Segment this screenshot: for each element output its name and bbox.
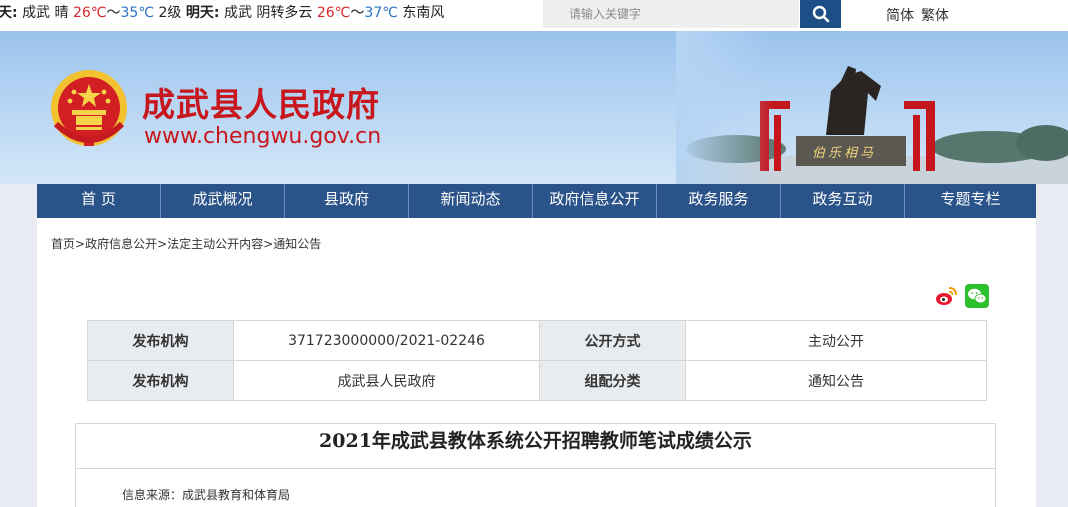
info-value-index-number: 371723000000/2021-02246: [233, 320, 540, 361]
breadcrumb-sep: >: [75, 237, 86, 251]
weather-today-label: 今天:: [0, 5, 18, 21]
nav-item-news[interactable]: 新闻动态: [409, 184, 533, 218]
info-value-category: 通知公告: [685, 360, 987, 401]
breadcrumb-notice[interactable]: 通知公告: [273, 237, 321, 251]
site-title: 成武县人民政府: [142, 85, 380, 124]
weather-today-sep: ～: [106, 5, 121, 21]
breadcrumb-sep: >: [157, 237, 168, 251]
search-button[interactable]: [800, 0, 841, 28]
article-box: 2021年成武县教体系统公开招聘教师笔试成绩公示 信息来源：成武县教育和体育局: [75, 423, 996, 507]
breadcrumb: 首页>政府信息公开>法定主动公开内容>通知公告: [51, 235, 321, 252]
info-label-disclosure-mode: 公开方式: [539, 320, 686, 361]
article-source: 信息来源：成武县教育和体育局: [122, 488, 291, 502]
weather-tomorrow-wind: 东南风: [402, 5, 445, 21]
nav-item-services[interactable]: 政务服务: [657, 184, 781, 218]
weather-tomorrow-high: 26℃: [316, 5, 351, 21]
info-label-publisher: 发布机构: [87, 360, 234, 401]
info-value-publisher: 成武县人民政府: [233, 360, 540, 401]
weibo-icon[interactable]: [934, 284, 958, 308]
weather-tomorrow-city: 成武: [223, 5, 252, 21]
content-panel: 首页>政府信息公开>法定主动公开内容>通知公告 发布机构 37172300000…: [37, 218, 1036, 507]
table-row: 发布机构 371723000000/2021-02246 公开方式 主动公开: [87, 320, 987, 361]
weather-ticker: 今天: 成武 晴 26℃～35℃ 2级 明天: 成武 阴转多云 26℃～37℃ …: [0, 0, 487, 31]
article-title: 2021年成武县教体系统公开招聘教师笔试成绩公示: [76, 424, 995, 469]
weather-today-wind: 2级: [158, 5, 182, 21]
info-table: 发布机构 371723000000/2021-02246 公开方式 主动公开 发…: [87, 320, 987, 401]
national-emblem-icon: [51, 70, 127, 146]
weather-tomorrow-low: 37℃: [364, 5, 398, 21]
weather-tomorrow-label: 明天:: [185, 5, 220, 21]
weather-today-cond: 晴: [54, 5, 69, 21]
search-input[interactable]: [543, 0, 799, 28]
wechat-icon[interactable]: [965, 284, 989, 308]
breadcrumb-sep: >: [263, 237, 274, 251]
breadcrumb-statutory[interactable]: 法定主动公开内容: [167, 237, 263, 251]
weather-tomorrow-cond: 阴转多云: [256, 5, 313, 21]
lang-traditional-link[interactable]: 繁体: [921, 5, 949, 25]
breadcrumb-home[interactable]: 首页: [51, 237, 75, 251]
city-scene-illustration: [676, 31, 1068, 184]
weather-tomorrow-sep: ～: [350, 5, 365, 21]
nav-item-topics[interactable]: 专题专栏: [905, 184, 1036, 218]
site-url: www.chengwu.gov.cn: [144, 124, 382, 149]
nav-item-interaction[interactable]: 政务互动: [781, 184, 905, 218]
breadcrumb-info-disclosure[interactable]: 政府信息公开: [85, 237, 157, 251]
info-label-category: 组配分类: [539, 360, 686, 401]
nav-item-overview[interactable]: 成武概况: [161, 184, 285, 218]
weather-today-low: 35℃: [120, 5, 155, 21]
nav-item-info-disclosure[interactable]: 政府信息公开: [533, 184, 657, 218]
lang-simplified-link[interactable]: 简体: [886, 5, 914, 25]
nav-item-government[interactable]: 县政府: [285, 184, 409, 218]
nav-item-home[interactable]: 首 页: [37, 184, 161, 218]
search-icon: [812, 5, 829, 23]
weather-today-high: 26℃: [72, 5, 107, 21]
top-bar: 今天: 成武 晴 26℃～35℃ 2级 明天: 成武 阴转多云 26℃～37℃ …: [0, 0, 1068, 31]
table-row: 发布机构 成武县人民政府 组配分类 通知公告: [87, 360, 987, 401]
main-nav: 首 页 成武概况 县政府 新闻动态 政府信息公开 政务服务 政务互动 专题专栏: [37, 184, 1036, 218]
info-label-publisher: 发布机构: [87, 320, 234, 361]
info-value-disclosure-mode: 主动公开: [685, 320, 987, 361]
weather-today-city: 成武: [22, 5, 51, 21]
header-banner: 成武县人民政府 www.chengwu.gov.cn 伯乐相马: [0, 31, 1068, 184]
stone-inscription: 伯乐相马: [812, 146, 877, 161]
